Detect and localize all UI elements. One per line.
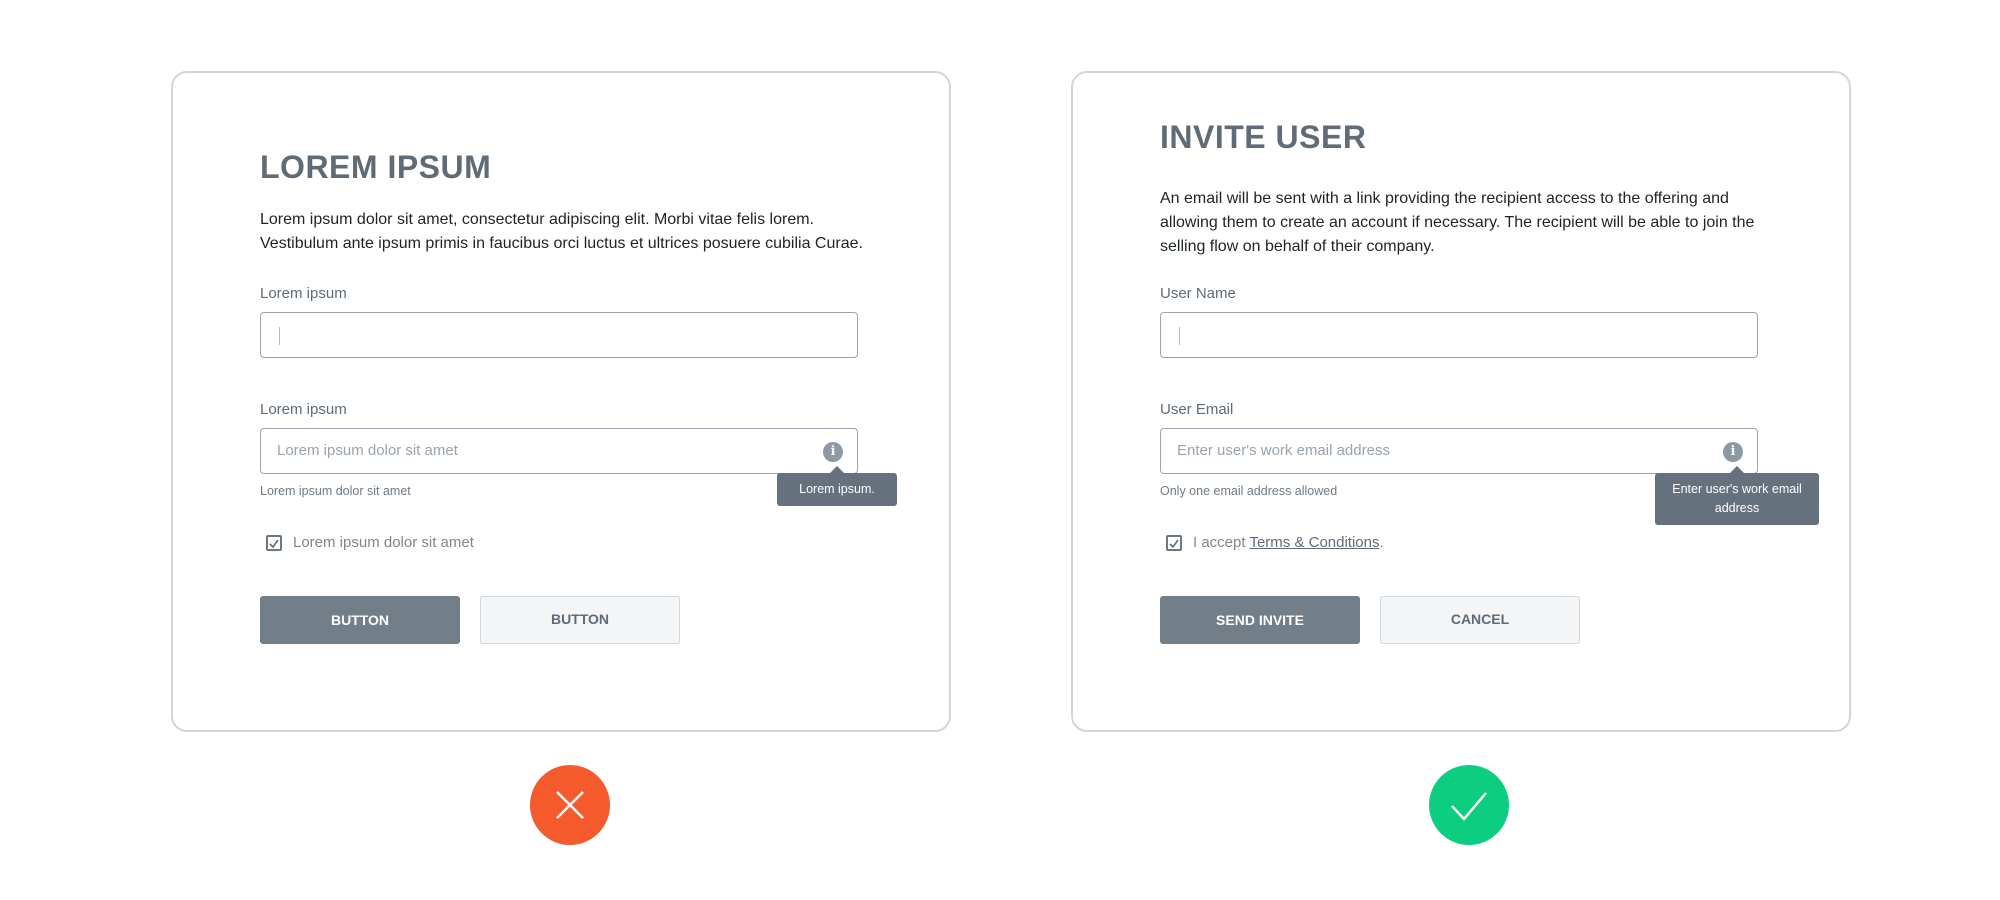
text-input[interactable]	[260, 312, 858, 358]
send-invite-button[interactable]: SEND INVITE	[1160, 596, 1360, 644]
description: Lorem ipsum dolor sit amet, consectetur …	[260, 211, 863, 252]
check-icon	[269, 539, 279, 549]
field-label: Lorem ipsum	[260, 401, 347, 418]
field-label: Lorem ipsum	[260, 285, 347, 302]
primary-button[interactable]: BUTTON	[260, 596, 460, 644]
text-caret	[1179, 327, 1180, 345]
tooltip: Enter user's work email address	[1655, 466, 1819, 525]
input-placeholder: Lorem ipsum dolor sit amet	[277, 442, 458, 459]
user-name-label: User Name	[1160, 285, 1236, 302]
bad-example-card: LOREM IPSUM Lorem ipsum dolor sit amet, …	[171, 71, 951, 732]
x-icon	[530, 765, 610, 845]
description: An email will be sent with a link provid…	[1160, 190, 1755, 255]
cancel-button[interactable]: CANCEL	[1380, 596, 1580, 644]
terms-label: I accept Terms & Conditions.	[1193, 534, 1384, 551]
user-name-input[interactable]	[1160, 312, 1758, 358]
good-example-card: INVITE USER An email will be sent with a…	[1071, 71, 1851, 732]
secondary-button[interactable]: BUTTON	[480, 596, 680, 644]
terms-suffix: .	[1379, 534, 1384, 551]
terms-link[interactable]: Terms & Conditions	[1249, 534, 1379, 551]
input-placeholder: Enter user's work email address	[1177, 442, 1390, 459]
terms-checkbox[interactable]	[1166, 535, 1182, 551]
tooltip: Lorem ipsum.	[777, 466, 897, 506]
helper-text: Lorem ipsum dolor sit amet	[260, 484, 411, 498]
checkbox-label: Lorem ipsum dolor sit amet	[293, 534, 474, 551]
terms-prefix: I accept	[1193, 534, 1250, 551]
text-input-with-info[interactable]: Lorem ipsum dolor sit amet i	[260, 428, 858, 474]
info-icon[interactable]: i	[823, 442, 843, 462]
info-icon[interactable]: i	[1723, 442, 1743, 462]
text-caret	[279, 327, 280, 345]
check-icon	[1169, 539, 1179, 549]
checkbox[interactable]	[266, 535, 282, 551]
page-title: INVITE USER	[1160, 119, 1367, 155]
user-email-input[interactable]: Enter user's work email address i	[1160, 428, 1758, 474]
page-title: LOREM IPSUM	[260, 149, 492, 185]
user-email-label: User Email	[1160, 401, 1234, 418]
helper-text: Only one email address allowed	[1160, 484, 1338, 498]
check-icon	[1429, 765, 1509, 845]
